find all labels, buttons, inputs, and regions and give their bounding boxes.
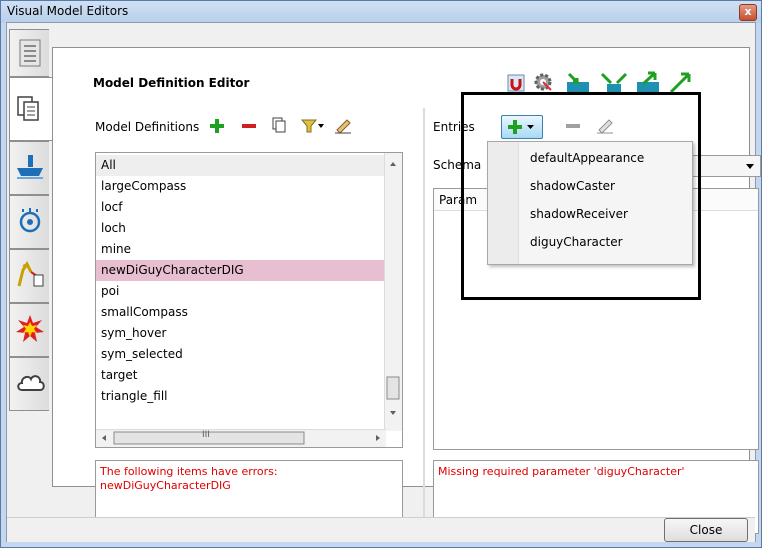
list-item[interactable]: sym_selected: [96, 344, 396, 365]
close-icon: x: [744, 5, 752, 18]
remove-entry-icon[interactable]: [565, 118, 581, 134]
title-bar: Visual Model Editors x: [1, 1, 761, 23]
path-icon: [17, 261, 44, 287]
duplicate-icon[interactable]: [271, 116, 287, 134]
magnet-icon[interactable]: [505, 72, 527, 94]
editor-panel: Model Definition Editor Model Definition: [52, 47, 761, 538]
menu-item-diguy-character[interactable]: diguyCharacter: [530, 231, 623, 253]
list-item[interactable]: poi: [96, 281, 396, 302]
menu-item-shadow-caster[interactable]: shadowCaster: [530, 175, 615, 197]
export-icon[interactable]: [633, 70, 663, 96]
hscrollbar-graphics: [102, 431, 380, 445]
model-definitions-label: Model Definitions: [95, 120, 200, 134]
add-icon[interactable]: [209, 118, 225, 134]
client-area: Model Definition Editor Model Definition: [6, 22, 761, 542]
error-item: newDiGuyCharacterDIG: [100, 479, 231, 492]
model-definitions-list[interactable]: All largeCompass locf loch mine newDiGuy…: [95, 152, 403, 448]
list-item[interactable]: mine: [96, 239, 396, 260]
scroll-up-arrow-icon[interactable]: [390, 162, 396, 166]
list-item[interactable]: smallCompass: [96, 302, 396, 323]
schema-label: Schema: [433, 158, 482, 172]
scroll-right-arrow-icon[interactable]: [376, 435, 380, 441]
add-dropdown-icon: [508, 120, 534, 134]
settings-gear-icon[interactable]: [531, 70, 555, 94]
list-item[interactable]: largeCompass: [96, 176, 396, 197]
export-arrow-icon[interactable]: [667, 70, 697, 96]
list-item[interactable]: triangle_fill: [96, 386, 396, 407]
tab-ship[interactable]: [9, 141, 49, 195]
list-item[interactable]: loch: [96, 218, 396, 239]
document-icon: [19, 39, 41, 67]
sensor-icon: [19, 208, 41, 233]
scroll-thumb-grip: III: [202, 430, 210, 440]
list-vertical-scrollbar[interactable]: [384, 153, 402, 431]
cloud-icon: [17, 375, 45, 391]
explosion-icon: [16, 315, 44, 342]
window-close-button[interactable]: x: [739, 4, 757, 21]
merge-icon[interactable]: [599, 70, 629, 96]
list-item[interactable]: sym_hover: [96, 323, 396, 344]
panel-divider[interactable]: [423, 108, 425, 538]
edit-pencil-icon[interactable]: [333, 116, 353, 134]
menu-item-shadow-receiver[interactable]: shadowReceiver: [530, 203, 628, 225]
tab-path[interactable]: [9, 249, 49, 303]
tab-document[interactable]: [9, 29, 49, 77]
editor-title: Model Definition Editor: [93, 76, 250, 90]
list-horizontal-scrollbar[interactable]: III: [96, 429, 386, 447]
scrollbar-graphics: [386, 162, 400, 415]
list-item[interactable]: locf: [96, 197, 396, 218]
import-icon[interactable]: [563, 70, 593, 96]
list-item[interactable]: target: [96, 365, 396, 386]
scroll-down-arrow-icon[interactable]: [390, 411, 396, 415]
tab-explosion[interactable]: [9, 303, 49, 357]
scroll-left-arrow-icon[interactable]: [102, 435, 106, 441]
menu-item-default-appearance[interactable]: defaultAppearance: [530, 147, 644, 169]
tab-cloud[interactable]: [9, 357, 49, 411]
list-item-selected[interactable]: newDiGuyCharacterDIG: [96, 260, 396, 281]
add-entry-dropdown-button[interactable]: [501, 115, 543, 139]
entries-dropdown-menu: defaultAppearance shadowCaster shadowRec…: [487, 141, 693, 265]
menu-icon-column: [488, 142, 519, 264]
close-button[interactable]: Close: [664, 518, 748, 542]
filter-dropdown-icon[interactable]: [301, 118, 325, 134]
scroll-thumb[interactable]: [386, 376, 400, 400]
remove-icon[interactable]: [241, 118, 257, 134]
list-item-all[interactable]: All: [96, 155, 396, 176]
window-title: Visual Model Editors: [7, 4, 129, 18]
edit-entry-pencil-icon[interactable]: [595, 116, 615, 134]
editor-tab-strip: [7, 29, 55, 467]
tab-model-definitions[interactable]: [9, 77, 55, 141]
error-heading: The following items have errors:: [100, 465, 278, 478]
footer-bar: [7, 517, 755, 542]
tab-sensor[interactable]: [9, 195, 49, 249]
entries-label: Entries: [433, 120, 475, 134]
ship-icon: [17, 155, 43, 179]
copy-documents-icon: [17, 96, 39, 121]
